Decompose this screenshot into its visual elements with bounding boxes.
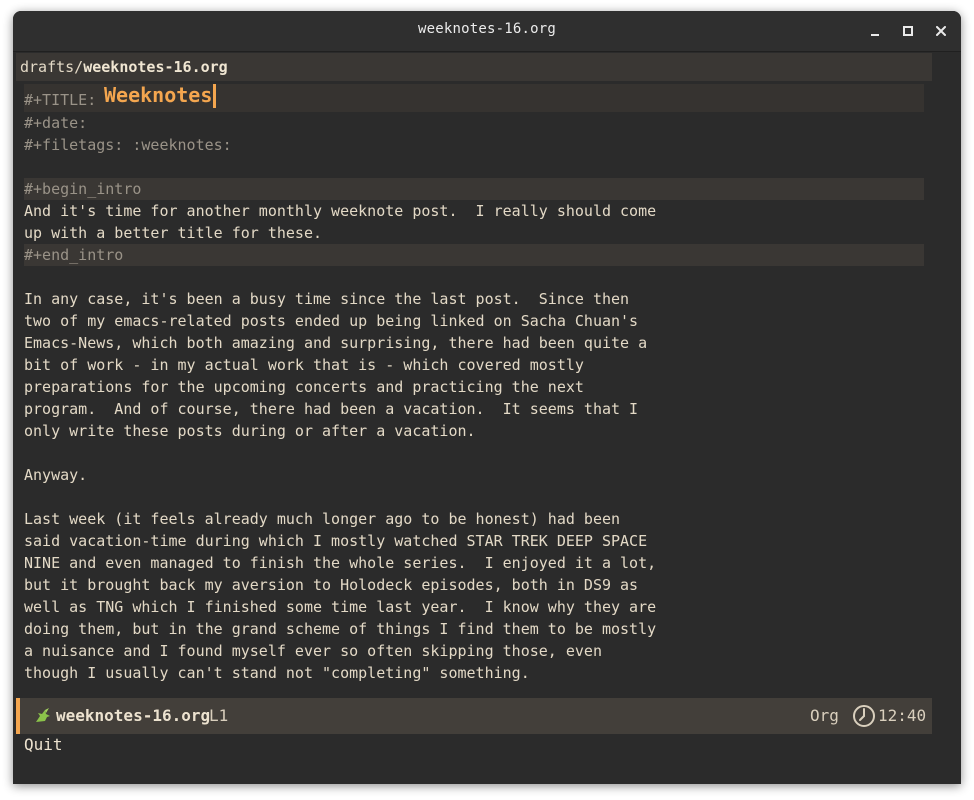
text-line[interactable]: [24, 266, 924, 288]
text-line[interactable]: In any case, it's been a busy time since…: [24, 288, 924, 310]
unicorn-icon: [36, 708, 50, 722]
mode-line-buffer-name: weeknotes-16.org: [56, 706, 211, 725]
buffer-lines[interactable]: #+date: #+filetags: :weeknotes: #+begin_in…: [24, 112, 924, 684]
mode-line[interactable]: weeknotes-16.org L1 Org 12:40: [16, 698, 932, 734]
metadata-line[interactable]: #+filetags: :weeknotes:: [24, 134, 924, 156]
minimize-button[interactable]: [865, 21, 885, 41]
maximize-icon: [903, 26, 913, 36]
text-line[interactable]: said vacation-time during which I mostly…: [24, 530, 924, 552]
text-line[interactable]: Last week (it feels already much longer …: [24, 508, 924, 530]
close-icon: [936, 26, 946, 36]
editor-buffer[interactable]: #+TITLE: Weeknotes #+date: #+filetags: :w…: [24, 84, 924, 684]
text-line[interactable]: up with a better title for these.: [24, 222, 924, 244]
header-line: drafts/weeknotes-16.org: [16, 53, 932, 81]
text-line[interactable]: [24, 156, 924, 178]
text-line[interactable]: though I usually can't stand not "comple…: [24, 662, 924, 684]
minimize-icon: [871, 34, 879, 36]
header-file: weeknotes-16.org: [83, 58, 228, 76]
clock-icon: [853, 705, 875, 727]
text-line[interactable]: preparations for the upcoming concerts a…: [24, 376, 924, 398]
block-delimiter-line[interactable]: #+end_intro: [24, 244, 924, 266]
text-line[interactable]: well as TNG which I finished some time l…: [24, 596, 924, 618]
text-line[interactable]: but it brought back my aversion to Holod…: [24, 574, 924, 596]
text-line[interactable]: a nuisance and I found myself ever so of…: [24, 640, 924, 662]
header-dir: drafts/: [20, 58, 84, 76]
text-line[interactable]: two of my emacs-related posts ended up b…: [24, 310, 924, 332]
text-line[interactable]: Anyway.: [24, 464, 924, 486]
text-line[interactable]: program. And of course, there had been a…: [24, 398, 924, 420]
mode-line-accent: [16, 698, 20, 734]
header-path: drafts/weeknotes-16.org: [20, 58, 228, 76]
text-line[interactable]: [24, 486, 924, 508]
mode-line-line-number: L1: [209, 706, 229, 725]
text-line[interactable]: [24, 442, 924, 464]
echo-area: Quit: [24, 735, 63, 754]
text-line[interactable]: Emacs-News, which both amazing and surpr…: [24, 332, 924, 354]
window-title: weeknotes-16.org: [417, 21, 557, 37]
text-line[interactable]: doing them, but in the grand scheme of t…: [24, 618, 924, 640]
maximize-button[interactable]: [898, 21, 918, 41]
close-button[interactable]: [931, 21, 951, 41]
title-keyword: #+TITLE:: [24, 91, 97, 109]
text-line[interactable]: only write these posts during or after a…: [24, 420, 924, 442]
text-cursor: [213, 84, 217, 108]
document-title[interactable]: Weeknotes: [104, 83, 217, 108]
block-delimiter-line[interactable]: #+begin_intro: [24, 178, 924, 200]
text-line[interactable]: bit of work - in my actual work that is …: [24, 354, 924, 376]
title-bar[interactable]: weeknotes-16.org: [13, 11, 961, 52]
title-line[interactable]: #+TITLE: Weeknotes: [24, 84, 924, 112]
text-line[interactable]: And it's time for another monthly weekno…: [24, 200, 924, 222]
text-line[interactable]: NINE and even managed to finish the whol…: [24, 552, 924, 574]
mode-line-time: 12:40: [878, 706, 927, 725]
title-value: Weeknotes: [104, 83, 213, 107]
mode-line-major-mode[interactable]: Org: [810, 706, 839, 725]
metadata-line[interactable]: #+date:: [24, 112, 924, 134]
